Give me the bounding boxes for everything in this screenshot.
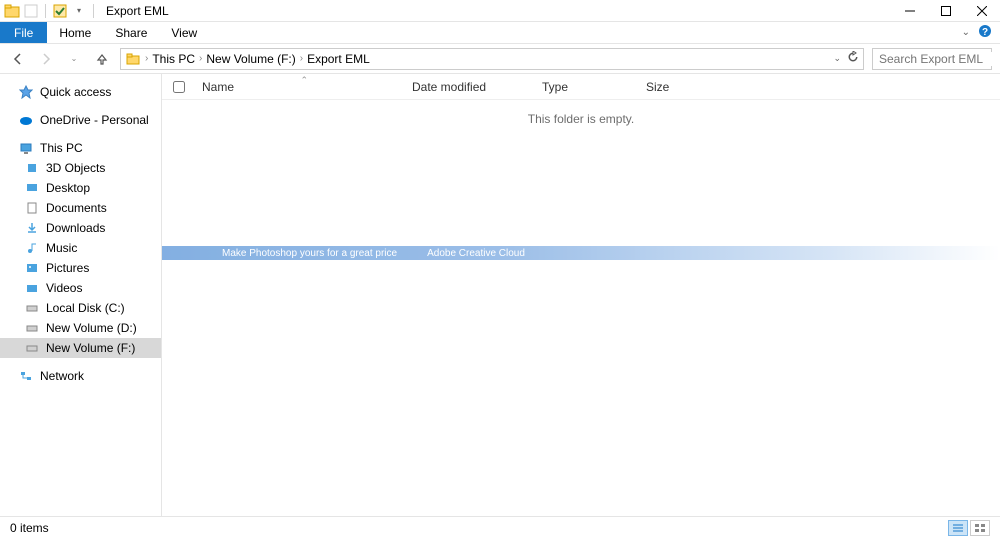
chevron-right-icon[interactable]: › — [145, 53, 148, 64]
qat-dropdown-icon[interactable]: ▾ — [71, 3, 87, 19]
status-bar: 0 items — [0, 516, 1000, 538]
window-title: Export EML — [106, 4, 169, 18]
address-dropdown-icon[interactable]: ⌄ — [833, 53, 841, 64]
tree-desktop[interactable]: Desktop — [0, 178, 161, 198]
recent-dropdown-icon[interactable]: ⌄ — [64, 49, 84, 69]
svg-text:?: ? — [982, 27, 988, 38]
banner-text: Adobe Creative Cloud — [427, 248, 525, 259]
address-bar[interactable]: › This PC › New Volume (F:) › Export EML… — [120, 48, 864, 70]
tree-music[interactable]: Music — [0, 238, 161, 258]
desktop-icon — [24, 180, 40, 196]
ribbon-expand-icon[interactable]: ⌄ — [962, 27, 970, 38]
drive-icon — [24, 340, 40, 356]
tree-network[interactable]: Network — [0, 366, 161, 386]
download-icon — [24, 220, 40, 236]
navigation-bar: ⌄ › This PC › New Volume (F:) › Export E… — [0, 44, 1000, 74]
minimize-button[interactable] — [892, 0, 928, 22]
cube-icon — [24, 160, 40, 176]
title-bar: ▾ Export EML — [0, 0, 1000, 22]
tree-3d-objects[interactable]: 3D Objects — [0, 158, 161, 178]
refresh-icon[interactable] — [847, 51, 859, 66]
tree-pictures[interactable]: Pictures — [0, 258, 161, 278]
column-date[interactable]: Date modified — [406, 80, 536, 94]
cloud-icon — [18, 112, 34, 128]
close-button[interactable] — [964, 0, 1000, 22]
tab-share[interactable]: Share — [103, 22, 159, 43]
document-icon — [24, 200, 40, 216]
up-button[interactable] — [92, 49, 112, 69]
help-icon[interactable]: ? — [978, 24, 992, 41]
column-size[interactable]: Size — [640, 80, 720, 94]
tree-new-volume-d[interactable]: New Volume (D:) — [0, 318, 161, 338]
tree-documents[interactable]: Documents — [0, 198, 161, 218]
column-type[interactable]: Type — [536, 80, 640, 94]
music-icon — [24, 240, 40, 256]
content-area: Name⌃ Date modified Type Size This folde… — [162, 74, 1000, 516]
folder-icon — [125, 51, 141, 67]
folder-icon — [4, 3, 20, 19]
breadcrumb-segment[interactable]: This PC — [152, 52, 195, 66]
tree-onedrive[interactable]: OneDrive - Personal — [0, 110, 161, 130]
pc-icon — [18, 140, 34, 156]
search-box — [872, 48, 992, 70]
star-icon — [18, 84, 34, 100]
tab-view[interactable]: View — [159, 22, 209, 43]
details-view-button[interactable] — [948, 520, 968, 536]
tree-downloads[interactable]: Downloads — [0, 218, 161, 238]
column-headers: Name⌃ Date modified Type Size — [162, 74, 1000, 100]
app-icon — [23, 3, 39, 19]
back-button[interactable] — [8, 49, 28, 69]
chevron-right-icon[interactable]: › — [199, 53, 202, 64]
network-icon — [18, 368, 34, 384]
tree-local-disk-c[interactable]: Local Disk (C:) — [0, 298, 161, 318]
tree-new-volume-f[interactable]: New Volume (F:) — [0, 338, 161, 358]
tree-videos[interactable]: Videos — [0, 278, 161, 298]
drive-icon — [24, 300, 40, 316]
properties-icon[interactable] — [52, 3, 68, 19]
picture-icon — [24, 260, 40, 276]
status-item-count: 0 items — [10, 521, 49, 535]
breadcrumb-segment[interactable]: New Volume (F:) — [206, 52, 295, 66]
tree-quick-access[interactable]: Quick access — [0, 82, 161, 102]
navigation-tree: Quick access OneDrive - Personal This PC… — [0, 74, 162, 516]
forward-button[interactable] — [36, 49, 56, 69]
search-input[interactable] — [879, 52, 1000, 66]
maximize-button[interactable] — [928, 0, 964, 22]
icons-view-button[interactable] — [970, 520, 990, 536]
video-icon — [24, 280, 40, 296]
sort-asc-icon: ⌃ — [301, 75, 309, 86]
tree-this-pc[interactable]: This PC — [0, 138, 161, 158]
select-all-checkbox[interactable] — [173, 81, 185, 93]
chevron-right-icon[interactable]: › — [300, 53, 303, 64]
tab-file[interactable]: File — [0, 22, 47, 43]
tab-home[interactable]: Home — [47, 22, 103, 43]
drive-icon — [24, 320, 40, 336]
empty-folder-message: This folder is empty. — [162, 112, 1000, 126]
ad-banner[interactable]: Make Photoshop yours for a great price A… — [162, 246, 1000, 260]
breadcrumb-segment[interactable]: Export EML — [307, 52, 370, 66]
ribbon-tabs: File Home Share View ⌄ ? — [0, 22, 1000, 44]
column-name[interactable]: Name⌃ — [196, 80, 406, 94]
banner-text: Make Photoshop yours for a great price — [222, 248, 397, 259]
